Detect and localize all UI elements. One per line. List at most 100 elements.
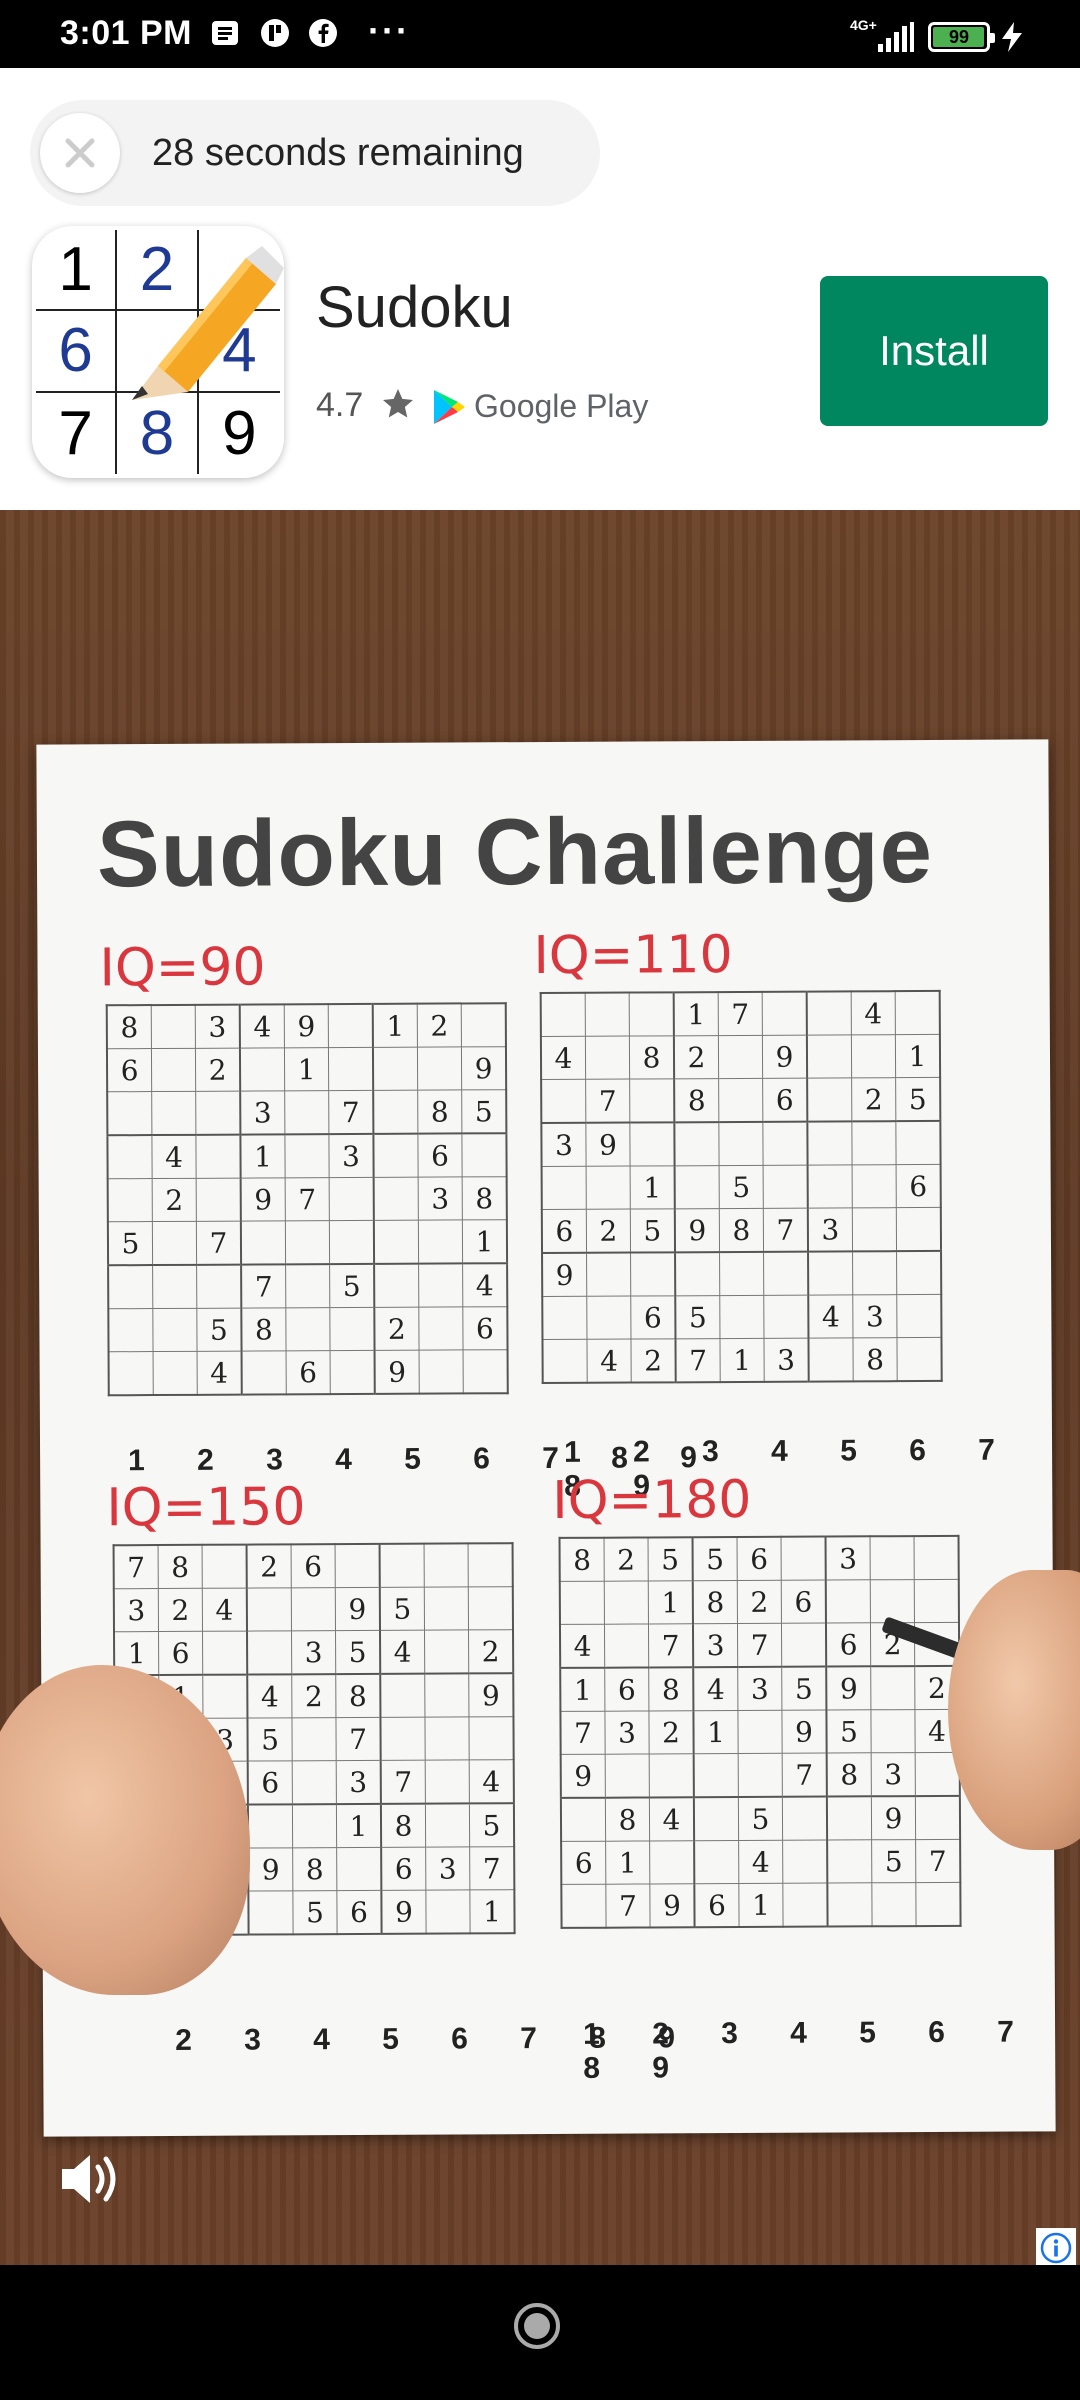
sudoku-cell	[196, 1178, 241, 1222]
sudoku-cell: 2	[851, 1077, 896, 1122]
sudoku-cell: 9	[461, 1046, 507, 1090]
sudoku-cell	[718, 1121, 764, 1166]
sudoku-cell: 2	[374, 1307, 420, 1351]
sudoku-cell	[762, 991, 807, 1036]
sudoku-cell	[806, 991, 852, 1036]
sudoku-cell	[896, 1207, 942, 1252]
sudoku-cell	[827, 1882, 873, 1927]
sudoku-cell: 4	[151, 1134, 197, 1179]
sudoku-cell: 6	[781, 1580, 826, 1624]
sudoku-cell: 1	[284, 1047, 329, 1091]
app-name: Sudoku	[316, 275, 513, 340]
ad-info-button[interactable]	[1036, 2228, 1076, 2265]
sudoku-cell	[561, 1884, 607, 1928]
sudoku-cell: 3	[852, 1294, 897, 1338]
sudoku-cell: 2	[648, 1710, 694, 1754]
sudoku-cell: 4	[197, 1351, 242, 1395]
sudoku-cell	[852, 1251, 897, 1295]
sudoku-cell: 9	[560, 1754, 606, 1798]
sudoku-app-icon[interactable]: 1 2 6 4 7 8 9	[32, 226, 284, 478]
more-notifications-icon: ···	[368, 10, 410, 51]
status-time: 3:01 PM	[60, 14, 192, 52]
install-button[interactable]: Install	[820, 276, 1048, 426]
sudoku-cell: 7	[328, 1090, 374, 1135]
store-name: Google Play	[474, 388, 649, 424]
sudoku-cell: 3	[604, 1710, 650, 1755]
sudoku-cell: 2	[737, 1580, 782, 1624]
sudoku-cell	[374, 1263, 419, 1308]
sudoku-cell: 5	[329, 1263, 375, 1308]
sudoku-cell: 8	[852, 1337, 898, 1382]
icon-digit: 8	[117, 392, 199, 474]
sudoku-cell: 5	[895, 1077, 941, 1122]
sudoku-cell	[585, 992, 630, 1037]
sudoku-cell: 5	[648, 1537, 693, 1581]
sudoku-cell	[585, 1036, 630, 1080]
sudoku-cell: 1	[605, 1840, 650, 1885]
sudoku-cell: 6	[561, 1841, 606, 1885]
sudoku-cell: 8	[241, 1307, 287, 1352]
sudoku-cell: 9	[374, 1350, 420, 1394]
sudoku-cell	[196, 1264, 242, 1309]
sudoku-cell: 5	[335, 1630, 381, 1675]
sudoku-cell	[629, 1078, 675, 1123]
sudoku-cell: 4	[469, 1759, 514, 1804]
sudoku-cell: 4	[851, 991, 896, 1035]
sudoku-cell: 5	[107, 1221, 153, 1266]
document-icon	[208, 18, 242, 48]
sudoku-cell: 8	[692, 1580, 738, 1624]
sudoku-cell	[782, 1796, 828, 1841]
sudoku-cell: 3	[541, 1122, 587, 1167]
sudoku-cell	[807, 1077, 852, 1122]
sudoku-cell	[373, 1220, 419, 1264]
sudoku-cell: 8	[462, 1176, 507, 1220]
star-icon	[383, 389, 413, 418]
sudoku-cell	[151, 1048, 196, 1092]
sudoku-cell	[871, 1882, 917, 1927]
sudoku-cell	[806, 1034, 852, 1079]
sudoku-cell: 7	[915, 1839, 961, 1883]
sudoku-cell: 4	[738, 1840, 783, 1884]
sudoku-cell: 6	[694, 1883, 740, 1928]
sudoku-cell: 4	[586, 1339, 632, 1383]
sudoku-cell	[693, 1753, 739, 1798]
sudoku-cell: 8	[719, 1208, 764, 1253]
ad-video[interactable]: Sudoku Challenge IQ=90 83491262193785413…	[0, 510, 1080, 2265]
sudoku-cell: 8	[417, 1089, 462, 1134]
info-icon	[1040, 2232, 1072, 2264]
sudoku-cell: 4	[808, 1294, 853, 1339]
sudoku-cell: 1	[738, 1883, 784, 1927]
sudoku-cell	[380, 1673, 425, 1718]
puzzle-iq90: IQ=90 8349126219378541362973857175458264…	[99, 937, 509, 1397]
sudoku-cell	[328, 1003, 373, 1048]
sudoku-cell: 1	[693, 1710, 739, 1754]
sudoku-cell	[418, 1219, 463, 1264]
sudoku-cell	[870, 1666, 915, 1710]
sudoku-cell: 4	[380, 1630, 425, 1674]
sudoku-cell: 6	[541, 1209, 587, 1254]
sudoku-cell: 3	[871, 1752, 916, 1797]
sudoku-cell: 6	[737, 1536, 782, 1581]
sudoku-cell	[417, 1046, 462, 1091]
puzzle-label: IQ=180	[552, 1469, 752, 1531]
sudoku-cell: 7	[380, 1760, 426, 1804]
sudoku-cell: 7	[763, 1208, 809, 1252]
sudoku-cell	[424, 1673, 469, 1718]
sudoku-cell	[825, 1579, 871, 1624]
sudoku-cell: 4	[202, 1588, 248, 1632]
sudoku-cell: 8	[292, 1847, 337, 1891]
sudoku-cell	[781, 1623, 827, 1667]
ad-banner: 28 seconds remaining 1 2 6 4 7 8 9 Sudok…	[0, 68, 1080, 510]
close-button[interactable]	[40, 113, 120, 193]
sudoku-cell	[425, 1803, 470, 1848]
sudoku-cell: 4	[247, 1674, 292, 1719]
sudoku-cell: 8	[158, 1544, 203, 1589]
home-button[interactable]	[514, 2303, 560, 2349]
sudoku-cell: 3	[195, 1004, 240, 1049]
sudoku-cell: 3	[425, 1846, 470, 1891]
sudoku-cell	[586, 1296, 631, 1340]
sudoku-cell	[284, 1134, 330, 1178]
sudoku-cell	[827, 1839, 872, 1884]
sudoku-cell: 4	[693, 1666, 738, 1711]
volume-icon[interactable]	[56, 2145, 124, 2213]
